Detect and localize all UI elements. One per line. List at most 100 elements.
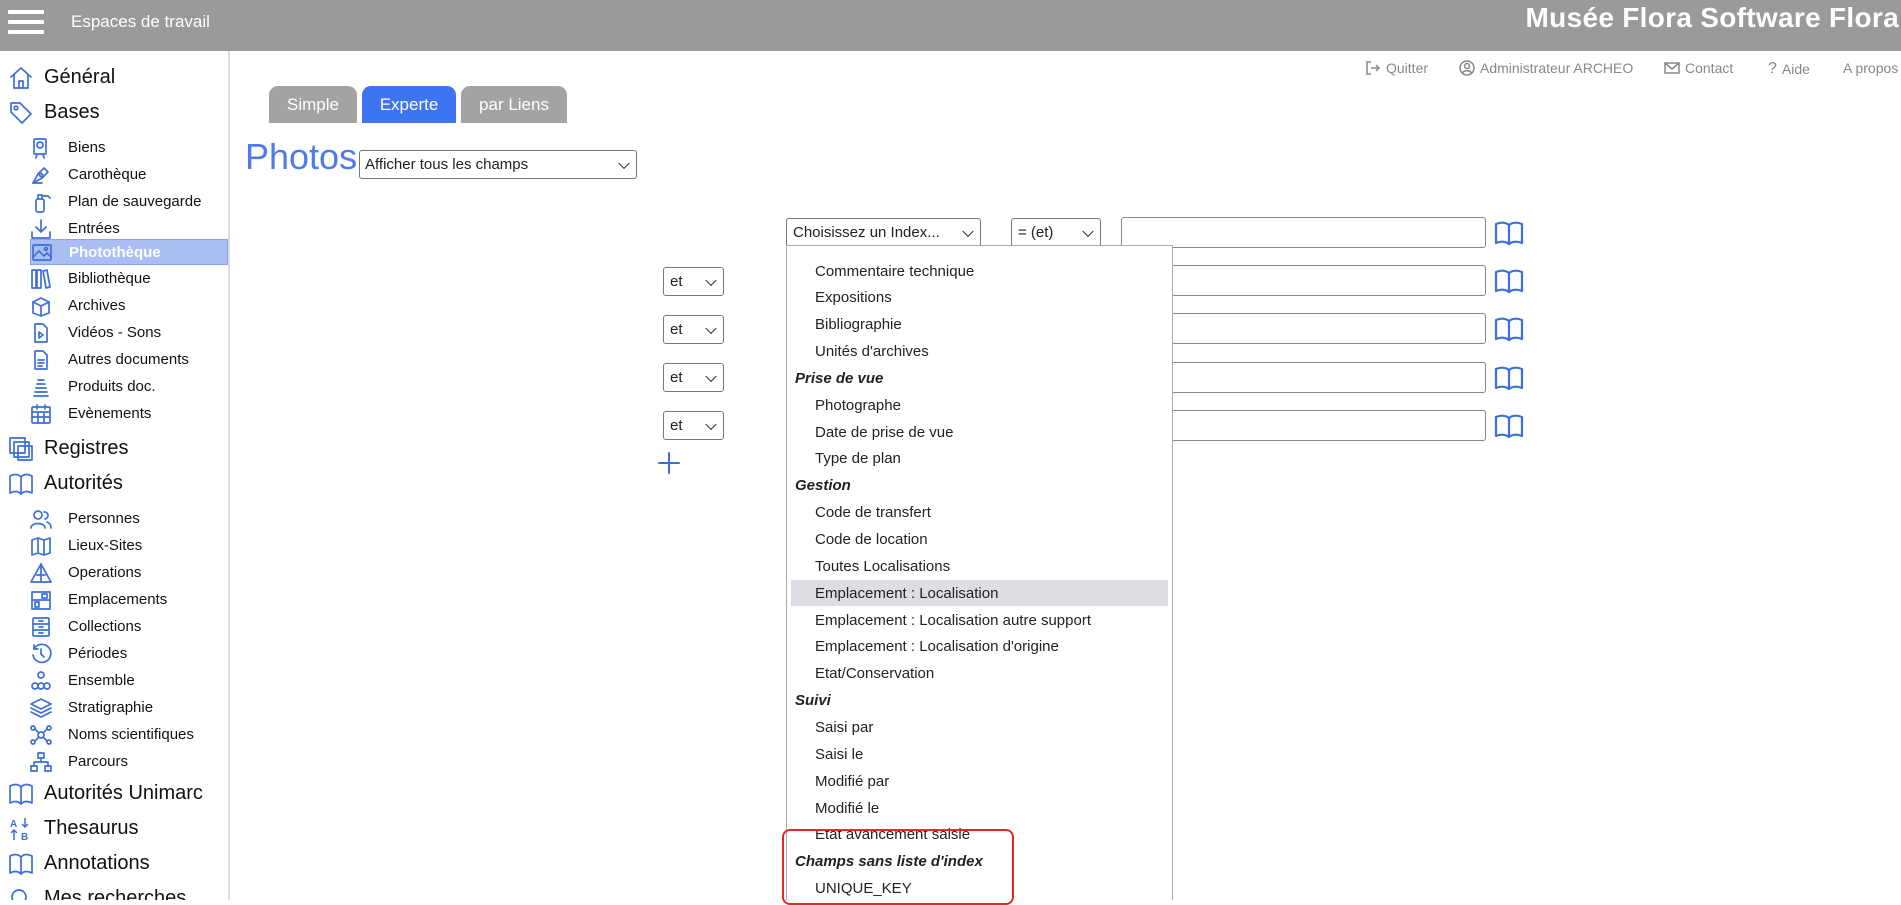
dropdown-option[interactable]: Saisi par [791, 714, 1168, 740]
dropdown-option[interactable]: Code de location [791, 527, 1168, 553]
cluster-icon [31, 671, 51, 690]
operator-select[interactable]: = (et) [1011, 218, 1101, 247]
connector-select-3[interactable]: et [663, 315, 724, 344]
dropdown-option[interactable]: Photographe [791, 392, 1168, 418]
sidebar-item-operations[interactable]: Operations [30, 560, 228, 586]
contact-link[interactable]: Contact [1664, 60, 1733, 76]
dropdown-option[interactable]: Type de plan [791, 446, 1168, 472]
dropdown-option-label: Modifié le [815, 799, 880, 817]
dropdown-option[interactable]: Etat avancement saisie [791, 822, 1168, 848]
help-link[interactable]: ? Aide [1768, 60, 1810, 78]
quit-link[interactable]: Quitter [1365, 60, 1428, 76]
tab-experte[interactable]: Experte [362, 86, 456, 123]
stack-icon [9, 437, 33, 461]
add-criterion-icon[interactable] [657, 451, 681, 475]
sidebar-item-periodes[interactable]: Périodes [30, 641, 228, 667]
sidebar-item-bibliotheque[interactable]: Bibliothèque [30, 266, 228, 292]
search-value-input-5[interactable] [1121, 410, 1486, 441]
dropdown-option-label: Date de prise de vue [815, 423, 954, 441]
sidebar-item-personnes[interactable]: Personnes [30, 506, 228, 532]
dropdown-option[interactable]: UNIQUE_KEY [791, 876, 1168, 900]
sidebar-section-autorites[interactable]: Autorités [0, 467, 228, 499]
index-dropdown-list: Commentaire technique Expositions Bibliogr… [786, 245, 1173, 900]
dropdown-option[interactable]: Date de prise de vue [791, 419, 1168, 445]
sidebar-section-registres[interactable]: Registres [0, 432, 228, 464]
sidebar-item-plan-sauvegarde[interactable]: Plan de sauvegarde [30, 189, 228, 215]
connector-select-5[interactable]: et [663, 411, 724, 440]
dropdown-option[interactable]: Modifié par [791, 768, 1168, 794]
dropdown-option-label: Emplacement : Localisation d'origine [815, 638, 1059, 656]
sidebar-section-bases[interactable]: Bases [0, 96, 228, 128]
sidebar-item-produits-doc[interactable]: Produits doc. [30, 374, 228, 400]
tab-par-liens[interactable]: par Liens [461, 86, 567, 123]
sidebar-item-archives[interactable]: Archives [30, 293, 228, 319]
book-lookup-icon[interactable] [1494, 316, 1524, 342]
dropdown-option-label: Unités d'archives [815, 343, 929, 361]
sidebar-item-collections[interactable]: Collections [30, 614, 228, 640]
chevron-down-icon [705, 322, 717, 334]
workspaces-link[interactable]: Espaces de travail [71, 12, 210, 32]
dropdown-option[interactable]: Commentaire technique [791, 258, 1168, 284]
sidebar-item-ensemble[interactable]: Ensemble [30, 668, 228, 694]
sidebar-section-annotations[interactable]: Annotations [0, 847, 228, 879]
search-value-input-4[interactable] [1121, 362, 1486, 393]
sidebar-item-noms-scientifiques[interactable]: Noms scientifiques [30, 722, 228, 748]
dropdown-option[interactable]: Saisi le [791, 741, 1168, 767]
document-icon [34, 350, 48, 370]
dropdown-option[interactable]: Unités d'archives [791, 339, 1168, 365]
sidebar-section-general[interactable]: Général [0, 61, 228, 93]
dropdown-option[interactable]: Code de transfert [791, 500, 1168, 526]
sidebar-item-carotheque[interactable]: Carothèque [30, 162, 228, 188]
chevron-down-icon [962, 225, 974, 237]
chevron-down-icon [618, 157, 630, 169]
sidebar-item-evenements[interactable]: Evènements [30, 401, 228, 427]
sidebar-item-videos-sons[interactable]: Vidéos - Sons [30, 320, 228, 346]
svg-text:B: B [21, 832, 28, 842]
dropdown-option[interactable]: Bibliographie [791, 312, 1168, 338]
dropdown-option-label: Code de transfert [815, 504, 931, 522]
display-fields-select[interactable]: Afficher tous les champs [359, 150, 637, 179]
sidebar-item-parcours[interactable]: Parcours [30, 749, 228, 775]
dropdown-option[interactable]: Expositions [791, 285, 1168, 311]
envelope-icon [1664, 62, 1680, 74]
sidebar-item-biens[interactable]: Biens [30, 135, 228, 161]
top-links: Quitter Administrateur ARCHEO Contact ? … [230, 60, 1901, 80]
sidebar-item-stratigraphie[interactable]: Stratigraphie [30, 695, 228, 721]
calendar-icon [31, 404, 51, 424]
book-lookup-icon[interactable] [1494, 413, 1524, 439]
dropdown-option[interactable]: Emplacement : Localisation [791, 580, 1168, 607]
sidebar-item-autres-documents[interactable]: Autres documents [30, 347, 228, 373]
dropdown-option[interactable]: Emplacement : Localisation autre support [791, 607, 1168, 633]
book-lookup-icon[interactable] [1494, 365, 1524, 391]
logout-icon [1366, 61, 1381, 75]
sidebar-section-mes-recherches[interactable]: Mes recherches [0, 882, 228, 900]
sidebar-item-emplacements[interactable]: Emplacements [30, 587, 228, 613]
home-icon [10, 67, 32, 89]
dropdown-option[interactable]: Toutes Localisations [791, 553, 1168, 579]
tag-icon [10, 102, 32, 124]
svg-text:A: A [10, 819, 17, 830]
stack-docs-icon [33, 379, 49, 397]
cabinet-icon [32, 617, 50, 637]
book-lookup-icon[interactable] [1494, 268, 1524, 294]
search-value-input-3[interactable] [1121, 313, 1486, 344]
connector-select-2[interactable]: et [663, 267, 724, 296]
tab-simple[interactable]: Simple [269, 86, 357, 123]
dropdown-option[interactable]: Modifié le [791, 795, 1168, 821]
book-lookup-icon[interactable] [1494, 220, 1524, 246]
dropdown-option[interactable]: Emplacement : Localisation d'origine [791, 634, 1168, 660]
sidebar-section-thesaurus[interactable]: AB Thesaurus [0, 812, 228, 844]
search-value-input-1[interactable] [1121, 217, 1486, 248]
about-link[interactable]: A propos [1843, 60, 1898, 76]
sidebar-section-autorites-unimarc[interactable]: Autorités Unimarc [0, 777, 228, 809]
connector-select-4[interactable]: et [663, 363, 724, 392]
search-value-input-2[interactable] [1121, 265, 1486, 296]
dropdown-option[interactable]: Etat/Conservation [791, 661, 1168, 687]
index-select[interactable]: Choisissez un Index... [786, 218, 981, 247]
dropdown-option-label: Photographe [815, 396, 901, 414]
sidebar-item-phototheque[interactable]: Photothèque [30, 239, 228, 265]
menu-icon[interactable] [8, 6, 44, 36]
dropdown-option-label: UNIQUE_KEY [815, 880, 912, 898]
admin-link[interactable]: Administrateur ARCHEO [1459, 60, 1633, 76]
sidebar-item-lieux-sites[interactable]: Lieux-Sites [30, 533, 228, 559]
